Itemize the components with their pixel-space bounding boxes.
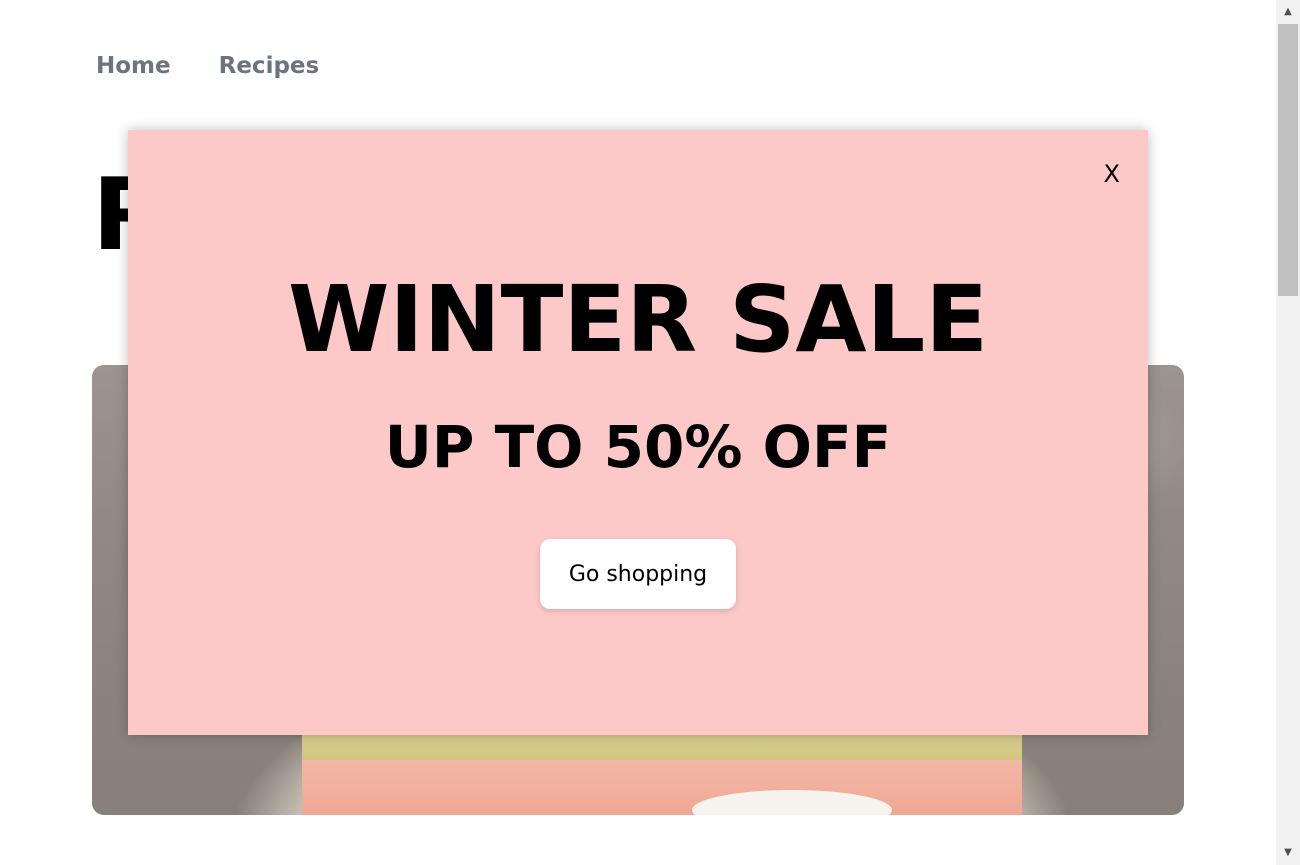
close-popup-button[interactable]: X [1104, 160, 1120, 188]
scroll-down-arrow-icon[interactable]: ▼ [1276, 843, 1300, 863]
page: Home Recipes R X WINTER SALE UP TO 50% O… [0, 0, 1276, 865]
cake-cream-layer [302, 760, 1022, 815]
scrollbar-thumb[interactable] [1278, 24, 1298, 296]
popup-title: WINTER SALE [287, 266, 989, 373]
scroll-up-arrow-icon[interactable]: ▲ [1276, 2, 1300, 22]
nav-recipes-link[interactable]: Recipes [219, 50, 320, 82]
top-nav: Home Recipes [96, 50, 319, 82]
go-shopping-button[interactable]: Go shopping [540, 539, 736, 609]
vertical-scrollbar[interactable]: ▲ ▼ [1276, 0, 1300, 865]
nav-home-link[interactable]: Home [96, 50, 171, 82]
sale-popup-modal: X WINTER SALE UP TO 50% OFF Go shopping [128, 130, 1148, 735]
popup-subtitle: UP TO 50% OFF [384, 413, 892, 481]
